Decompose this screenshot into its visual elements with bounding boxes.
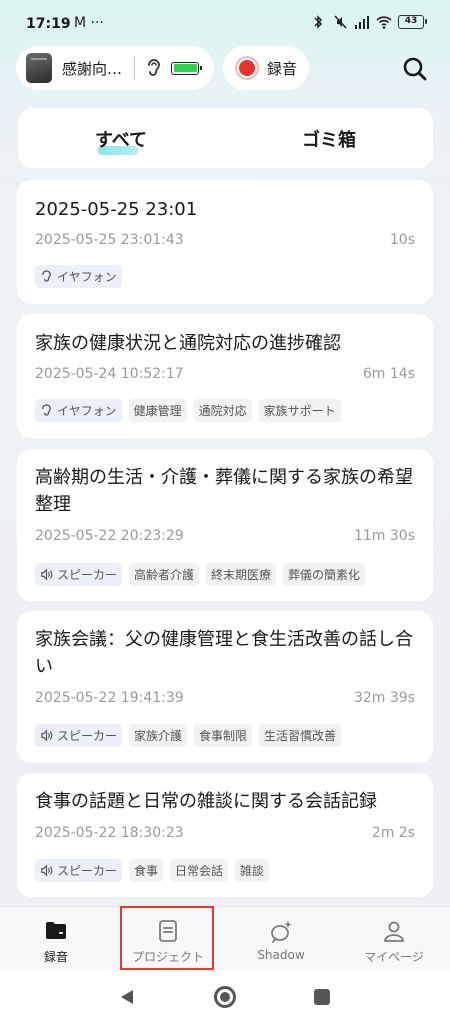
- recording-card[interactable]: 家族の健康状況と通院対応の進捗確認 2025-05-24 10:52:17 6m…: [17, 314, 433, 438]
- source-tag: イヤフォン: [35, 399, 122, 422]
- source-label: スピーカー: [57, 568, 118, 582]
- recording-card[interactable]: 高齢期の生活・介護・葬儀に関する家族の希望整理 2025-05-22 20:23…: [17, 449, 433, 601]
- tag-list: イヤフォン: [35, 265, 122, 288]
- topic-tag: 食事制限: [194, 724, 253, 747]
- nav-label: Shadow: [257, 948, 305, 962]
- device-battery-icon: [171, 61, 202, 75]
- recording-card[interactable]: 2025-05-25 23:01 2025-05-25 23:01:43 10s…: [17, 180, 433, 304]
- recording-card[interactable]: 食事の話題と日常の雑談に関する会話記録 2025-05-22 18:30:23 …: [17, 773, 433, 897]
- nav-label: 録音: [43, 950, 68, 964]
- recent-apps-icon[interactable]: [314, 989, 330, 1005]
- recording-date: 2025-05-22 20:23:29: [35, 528, 184, 544]
- recording-duration: 10s: [389, 232, 415, 248]
- back-icon[interactable]: [118, 988, 136, 1006]
- home-icon[interactable]: [214, 986, 236, 1008]
- ear-icon: [42, 404, 51, 416]
- topic-tag: 家族介護: [129, 724, 188, 747]
- system-nav-bar: [0, 970, 450, 1024]
- notification-icons: M ···: [74, 15, 104, 31]
- signal-icon: [355, 16, 369, 29]
- search-icon[interactable]: [402, 56, 428, 82]
- recording-duration: 11m 30s: [353, 528, 415, 544]
- recording-date: 2025-05-22 19:41:39: [35, 690, 184, 706]
- person-icon: [384, 921, 404, 942]
- speaker-icon: [41, 729, 53, 742]
- speaker-icon: [41, 864, 53, 877]
- recording-duration: 32m 39s: [353, 690, 415, 706]
- recording-duration: 6m 14s: [362, 366, 415, 382]
- filter-tabs: すべて ゴミ箱: [18, 108, 433, 168]
- bottom-nav: 録音 プロジェクト Shadow マイページ: [0, 906, 450, 970]
- tag-list: スピーカー 食事 日常会話 雑談: [35, 859, 270, 882]
- source-label: スピーカー: [57, 864, 118, 878]
- status-right-icons: 43: [310, 14, 427, 30]
- tag-list: スピーカー 家族介護 食事制限 生活習慣改善: [35, 724, 342, 747]
- device-chip[interactable]: 感謝向…: [16, 46, 214, 90]
- source-tag: スピーカー: [35, 563, 123, 586]
- nav-item-mypage[interactable]: マイページ: [338, 907, 450, 971]
- recording-date: 2025-05-24 10:52:17: [35, 366, 184, 382]
- speaker-icon: [41, 568, 53, 581]
- source-tag: スピーカー: [35, 859, 123, 882]
- status-time: 17:19: [26, 16, 71, 32]
- tag-list: スピーカー 高齢者介護 終末期医療 葬儀の簡素化: [35, 563, 366, 586]
- topic-tag: 健康管理: [128, 399, 187, 422]
- recording-title: 高齢期の生活・介護・葬儀に関する家族の希望整理: [35, 467, 413, 515]
- status-bar: 17:19 M ··· 43: [0, 0, 450, 46]
- nav-item-recordings[interactable]: 録音: [0, 907, 112, 971]
- record-button[interactable]: 録音: [223, 46, 309, 90]
- topic-tag: 通院対応: [193, 399, 252, 422]
- recording-duration: 2m 2s: [371, 825, 415, 841]
- tab-trash[interactable]: ゴミ箱: [302, 126, 356, 152]
- topic-tag: 終末期医療: [206, 563, 277, 586]
- recording-date: 2025-05-25 23:01:43: [35, 232, 184, 248]
- recording-card[interactable]: 家族会議：父の健康管理と食生活改善の話し合い 2025-05-22 19:41:…: [17, 611, 433, 763]
- recording-title: 2025-05-25 23:01: [35, 199, 198, 220]
- mute-icon: [334, 15, 347, 29]
- source-label: イヤフォン: [57, 404, 117, 418]
- recording-title: 家族会議：父の健康管理と食生活改善の話し合い: [35, 629, 413, 677]
- battery-indicator: 43: [398, 15, 427, 29]
- highlight-annotation-box: [120, 906, 214, 970]
- tag-list: イヤフォン 健康管理 通院対応 家族サポート: [35, 399, 341, 422]
- topic-tag: 高齢者介護: [129, 563, 200, 586]
- source-tag: イヤフォン: [35, 265, 122, 288]
- recording-title: 食事の話題と日常の雑談に関する会話記録: [35, 791, 377, 812]
- nav-item-shadow[interactable]: Shadow: [225, 907, 337, 971]
- bluetooth-icon: [314, 15, 323, 29]
- record-label: 録音: [267, 59, 298, 78]
- ear-icon: [148, 59, 160, 76]
- topic-tag: 食事: [129, 859, 164, 882]
- topic-tag: 葬儀の簡素化: [283, 563, 366, 586]
- source-tag: スピーカー: [35, 724, 123, 747]
- topic-tag: 雑談: [235, 859, 270, 882]
- nav-label: マイページ: [364, 950, 424, 964]
- topic-tag: 家族サポート: [258, 399, 341, 422]
- tab-all[interactable]: すべて: [95, 126, 147, 152]
- device-name: 感謝向…: [62, 59, 123, 78]
- recording-title: 家族の健康状況と通院対応の進捗確認: [35, 333, 341, 354]
- source-label: スピーカー: [57, 729, 118, 743]
- topic-tag: 日常会話: [170, 859, 229, 882]
- chip-divider: [134, 56, 135, 80]
- folder-icon: [46, 922, 66, 939]
- topic-tag: 生活習慣改善: [259, 724, 342, 747]
- device-image: [26, 53, 52, 83]
- recording-date: 2025-05-22 18:30:23: [35, 825, 184, 841]
- shadow-icon: [271, 921, 292, 943]
- wifi-icon: [376, 16, 392, 29]
- record-dot-icon: [235, 56, 259, 80]
- source-label: イヤフォン: [57, 270, 117, 284]
- ear-icon: [42, 270, 51, 282]
